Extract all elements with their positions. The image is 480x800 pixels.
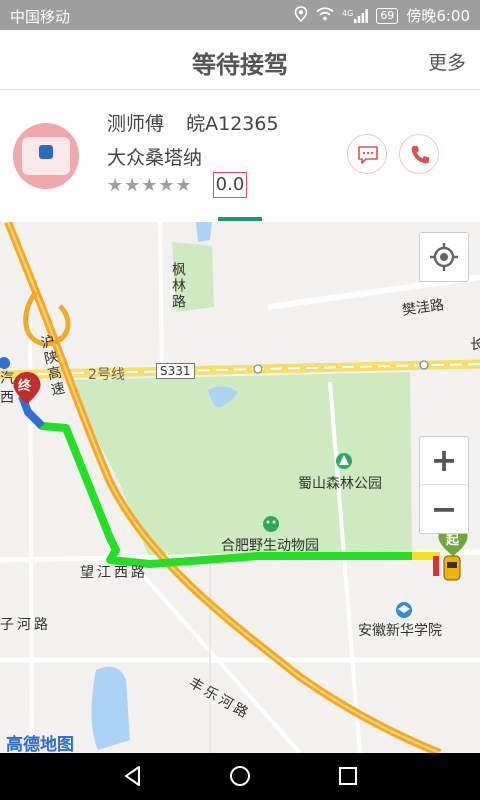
driver-info: 测师傅 皖A12365 <box>107 109 279 136</box>
status-icons: 4G 69 傍晚6:00 <box>294 5 470 26</box>
page-title: 等待接驾 <box>192 51 288 79</box>
map-label-s331: S331 <box>156 363 195 379</box>
battery-icon: 69 <box>376 7 399 24</box>
wifi-icon <box>316 6 334 25</box>
zoo-icon <box>263 516 279 532</box>
system-nav-bar <box>0 753 480 800</box>
end-marker-label: 终 <box>18 379 32 394</box>
chat-icon <box>358 146 378 164</box>
signal-icon: 4G <box>342 8 369 23</box>
crosshair-icon <box>430 243 458 271</box>
map-label-line2: 2号线 <box>88 367 125 383</box>
phone-icon <box>411 146 429 164</box>
map-label-zihe-road: 子河路 <box>0 617 51 633</box>
map-label-zoo: 合肥野生动物园 <box>221 538 319 554</box>
call-button[interactable] <box>399 134 439 174</box>
driver-avatar <box>13 123 79 189</box>
carrier-name: 中国移动 <box>10 8 71 26</box>
map-label-xi: 西 <box>0 390 14 406</box>
driver-card: 测师傅 皖A12365 大众桑塔纳 ★★★★★ 0.0 <box>0 91 480 222</box>
status-bar: 中国移动 4G 69 傍晚6:00 <box>0 0 480 30</box>
location-icon <box>294 5 308 26</box>
rating-score: 0.0 <box>213 172 247 198</box>
network-type: 4G <box>342 8 354 18</box>
map-label-shushan-park: 蜀山森林公园 <box>298 476 382 492</box>
zoom-out-button[interactable]: − <box>420 486 468 534</box>
map-view[interactable]: 枫林路 樊洼路 长 沪陕高速 2号线 S331 汽 西 终 起 蜀山森林公园 合… <box>0 222 480 753</box>
amap-logo: 高德地图 <box>6 735 74 753</box>
message-button[interactable] <box>347 134 387 174</box>
zoom-controls: + − <box>419 436 469 534</box>
map-label-anhui-xinhua: 安徽新华学院 <box>358 623 442 639</box>
car-model: 大众桑塔纳 <box>107 147 203 169</box>
shushan-park-area <box>70 372 412 560</box>
back-icon[interactable] <box>122 765 144 787</box>
reservoir <box>91 666 130 750</box>
app-header: 等待接驾 更多 <box>0 30 480 90</box>
home-icon[interactable] <box>229 765 251 787</box>
driver-name: 测师傅 <box>107 113 165 135</box>
recents-icon[interactable] <box>337 765 359 787</box>
map-label-qi: 汽 <box>0 371 14 387</box>
map-label-fenglin-road: 枫林路 <box>170 262 186 310</box>
more-button[interactable]: 更多 <box>428 48 466 75</box>
avatar-figure <box>39 145 53 159</box>
tab-indicator <box>218 217 262 221</box>
map-label-wangjiang-road: 望江西路 <box>80 565 148 581</box>
map-label-chang: 长 <box>470 337 480 353</box>
zoom-in-button[interactable]: + <box>420 437 468 485</box>
license-plate: 皖A12365 <box>186 113 279 135</box>
star-rating: ★★★★★ <box>107 175 193 196</box>
clock: 傍晚6:00 <box>406 7 470 25</box>
pond <box>196 222 212 242</box>
locate-button[interactable] <box>419 232 469 282</box>
